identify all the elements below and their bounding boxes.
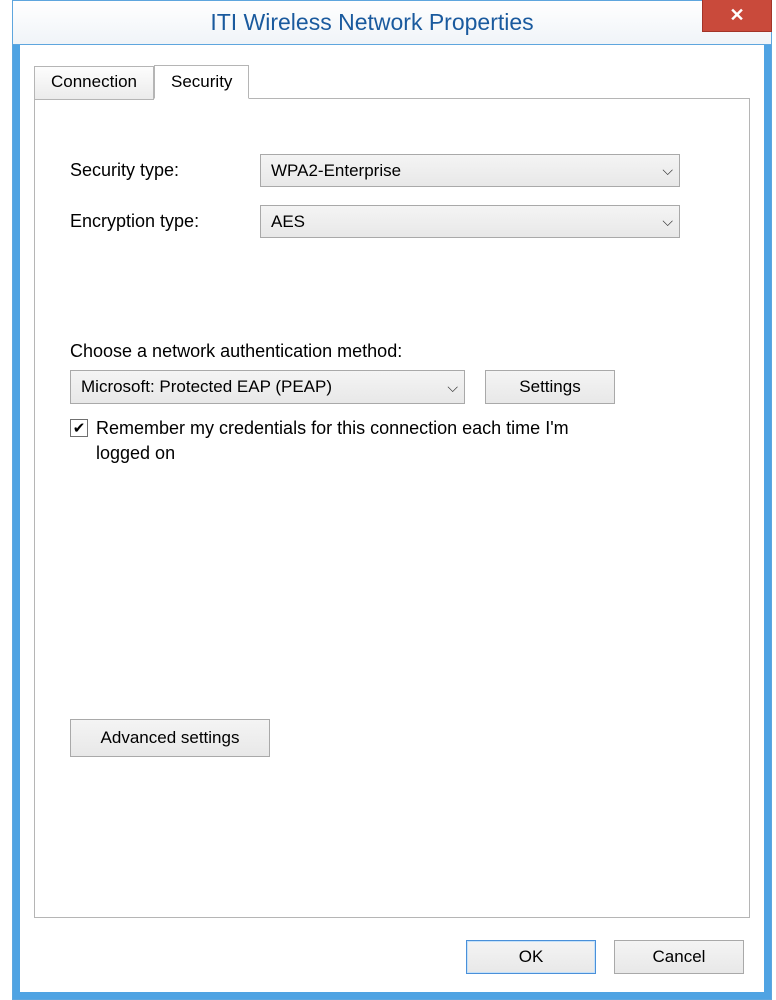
tab-area: Connection Security Security type: WPA2-… (34, 65, 750, 920)
security-type-dropdown[interactable]: WPA2-Enterprise ⌵ (260, 154, 680, 187)
close-icon: ✕ (729, 5, 744, 26)
remember-credentials-checkbox[interactable]: ✔ (70, 419, 88, 437)
remember-credentials-row: ✔ Remember my credentials for this conne… (70, 416, 714, 466)
titlebar: ITI Wireless Network Properties ✕ (13, 1, 771, 45)
auth-method-label: Choose a network authentication method: (70, 341, 714, 362)
encryption-type-value: AES (271, 212, 305, 232)
encryption-type-label: Encryption type: (70, 211, 260, 232)
auth-method-row: Microsoft: Protected EAP (PEAP) ⌵ Settin… (70, 370, 714, 404)
chevron-down-icon: ⌵ (447, 379, 458, 396)
security-type-row: Security type: WPA2-Enterprise ⌵ (70, 154, 714, 187)
encryption-type-dropdown[interactable]: AES ⌵ (260, 205, 680, 238)
tab-connection[interactable]: Connection (34, 66, 154, 100)
close-button[interactable]: ✕ (702, 0, 772, 32)
encryption-type-row: Encryption type: AES ⌵ (70, 205, 714, 238)
remember-credentials-label: Remember my credentials for this connect… (96, 416, 596, 466)
tab-security[interactable]: Security (154, 65, 249, 99)
cancel-button[interactable]: Cancel (614, 940, 744, 974)
chevron-down-icon: ⌵ (662, 213, 673, 230)
tab-panel-security: Security type: WPA2-Enterprise ⌵ Encrypt… (34, 98, 750, 918)
chevron-down-icon: ⌵ (662, 162, 673, 179)
settings-button[interactable]: Settings (485, 370, 615, 404)
window-body: Connection Security Security type: WPA2-… (13, 45, 771, 999)
window-title: ITI Wireless Network Properties (13, 9, 771, 36)
advanced-settings-button[interactable]: Advanced settings (70, 719, 270, 757)
properties-dialog: ITI Wireless Network Properties ✕ Connec… (12, 0, 772, 1000)
ok-button[interactable]: OK (466, 940, 596, 974)
auth-method-dropdown[interactable]: Microsoft: Protected EAP (PEAP) ⌵ (70, 370, 465, 404)
security-type-label: Security type: (70, 160, 260, 181)
security-type-value: WPA2-Enterprise (271, 161, 401, 181)
dialog-buttons: OK Cancel (466, 940, 744, 974)
tabs: Connection Security (34, 65, 750, 99)
auth-method-value: Microsoft: Protected EAP (PEAP) (81, 377, 332, 397)
checkmark-icon: ✔ (73, 419, 86, 437)
